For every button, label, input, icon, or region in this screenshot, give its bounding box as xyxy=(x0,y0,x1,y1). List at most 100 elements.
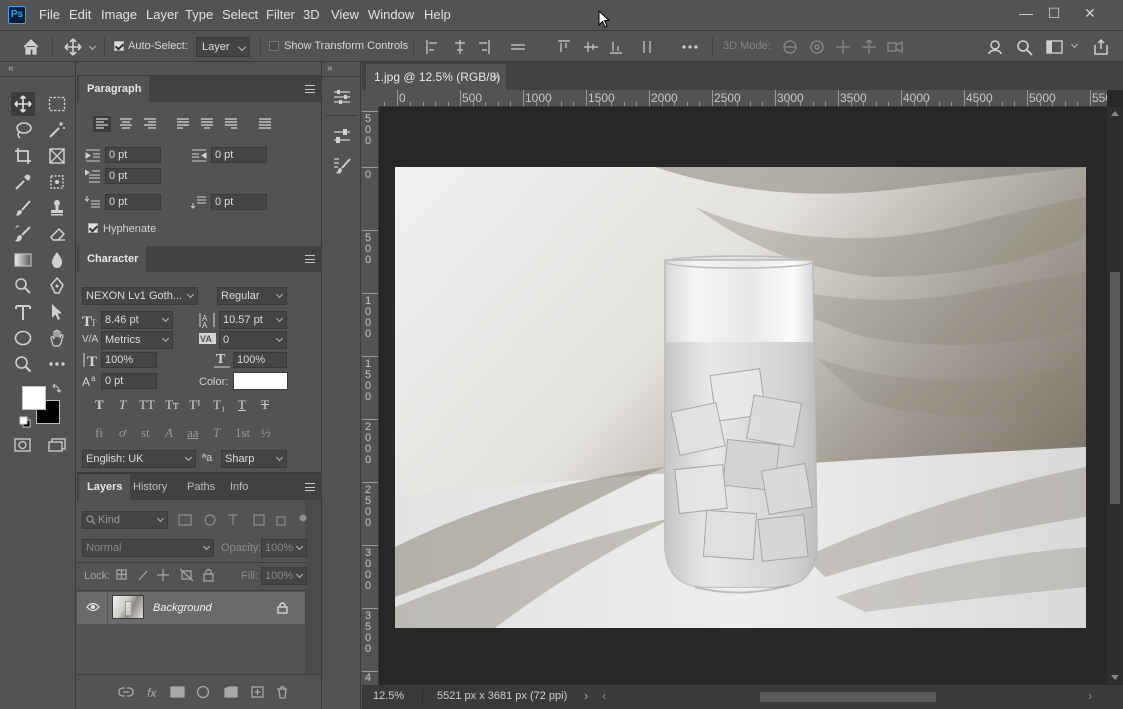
underline-button[interactable]: T xyxy=(238,397,246,413)
magic-wand-tool[interactable] xyxy=(45,118,69,142)
dodge-tool[interactable] xyxy=(11,274,35,298)
font-size-field[interactable]: 8.46 pt xyxy=(101,311,173,329)
menu-image[interactable]: Image xyxy=(101,7,137,22)
horizontal-scale-field[interactable]: 100% xyxy=(233,352,287,368)
history-brush-tool[interactable] xyxy=(11,222,35,246)
baseline-shift-field[interactable]: 0 pt xyxy=(101,373,157,389)
subscript-button[interactable]: T₁ xyxy=(213,397,225,413)
show-transform-checkbox[interactable] xyxy=(269,41,279,54)
screen-mode-icon[interactable] xyxy=(48,438,66,452)
workspace-chevron-icon[interactable] xyxy=(1070,40,1079,49)
menu-3d[interactable]: 3D xyxy=(303,7,320,22)
menu-select[interactable]: Select xyxy=(222,7,258,22)
text-color-swatch[interactable] xyxy=(233,372,288,390)
tab-info[interactable]: Info xyxy=(222,474,256,500)
brush-tool[interactable] xyxy=(11,196,35,220)
collapse-arrows-icon[interactable]: « xyxy=(8,63,14,74)
menu-help[interactable]: Help xyxy=(424,7,451,22)
leading-field[interactable]: 10.57 pt xyxy=(219,311,287,329)
space-before-field[interactable]: 0 pt xyxy=(105,194,161,210)
ellipse-tool[interactable] xyxy=(11,326,35,350)
small-caps-button[interactable]: Tт xyxy=(165,397,179,413)
hyphenate-checkbox[interactable] xyxy=(88,223,98,236)
anti-alias-dropdown[interactable]: Sharp xyxy=(221,450,287,468)
layers-panel-menu-icon[interactable] xyxy=(305,483,315,491)
indent-left-field[interactable]: 0 pt xyxy=(105,147,161,163)
dock-expand-icon[interactable]: » xyxy=(327,63,333,74)
horizontal-scrollbar[interactable]: ‹ › xyxy=(600,688,1100,705)
share-user-icon[interactable] xyxy=(987,38,1005,56)
font-style-dropdown[interactable]: Regular xyxy=(217,287,287,305)
tab-layers[interactable]: Layers xyxy=(79,474,131,500)
tracking-field[interactable]: 0 xyxy=(219,331,287,349)
scroll-left-arrow-icon[interactable]: ‹ xyxy=(602,688,606,703)
vertical-scrollbar[interactable] xyxy=(1107,107,1123,685)
swash-button[interactable]: A xyxy=(165,425,173,441)
type-tool[interactable] xyxy=(11,300,35,324)
zoom-tool[interactable] xyxy=(11,352,35,376)
document-tab[interactable]: 1.jpg @ 12.5% (RGB/8) × xyxy=(366,64,506,90)
maximize-button[interactable]: ☐ xyxy=(1042,4,1066,22)
spot-healing-tool[interactable] xyxy=(45,170,69,194)
eraser-tool[interactable] xyxy=(45,222,69,246)
zoom-level[interactable]: 12.5% xyxy=(373,690,404,702)
swap-colors-icon[interactable] xyxy=(51,383,62,394)
move-tool[interactable] xyxy=(11,92,35,116)
clone-stamp-tool[interactable] xyxy=(45,196,69,220)
3d-mode-icons[interactable] xyxy=(780,38,910,56)
hand-tool[interactable] xyxy=(45,326,69,350)
close-document-icon[interactable]: × xyxy=(492,64,500,90)
vertical-scale-field[interactable]: 100% xyxy=(101,352,157,368)
layer-row-background[interactable]: Background xyxy=(77,592,305,624)
menu-file[interactable]: File xyxy=(39,7,60,22)
horizontal-scroll-thumb[interactable] xyxy=(760,692,936,702)
visibility-eye-icon[interactable] xyxy=(86,602,100,612)
brush-settings-icon[interactable] xyxy=(333,157,351,175)
indent-first-line-field[interactable]: 0 pt xyxy=(105,168,161,184)
all-caps-button[interactable]: TT xyxy=(139,397,155,413)
ligatures-button[interactable]: fi xyxy=(95,425,103,441)
more-tools[interactable] xyxy=(45,352,69,376)
canvas-image[interactable] xyxy=(395,167,1086,628)
strikethrough-button[interactable]: T xyxy=(261,397,269,413)
fill-field[interactable]: 100% xyxy=(261,567,307,585)
indent-right-field[interactable]: 0 pt xyxy=(211,147,267,163)
crop-tool[interactable] xyxy=(11,144,35,168)
menu-window[interactable]: Window xyxy=(368,7,414,22)
vertical-ruler[interactable]: 5 0 0 0 5 0 0 1 0 0 0 1 5 0 0 2 0 0 0 2 … xyxy=(362,107,379,685)
status-menu-arrow-icon[interactable]: › xyxy=(584,688,588,703)
character-panel-menu-icon[interactable] xyxy=(305,255,315,263)
ruler-origin[interactable] xyxy=(362,90,379,107)
minimize-button[interactable]: — xyxy=(1014,4,1038,22)
tab-paths[interactable]: Paths xyxy=(179,474,223,500)
foreground-color-swatch[interactable] xyxy=(22,386,46,410)
tab-history[interactable]: History xyxy=(125,474,175,500)
adjustments-icon[interactable] xyxy=(333,89,351,105)
tool-preset-chevron-icon[interactable] xyxy=(88,42,97,51)
frame-tool[interactable] xyxy=(45,144,69,168)
home-icon[interactable] xyxy=(22,38,40,55)
fractions-button[interactable]: ½ xyxy=(261,425,271,441)
old-style-button[interactable]: ơ xyxy=(119,425,126,441)
blend-mode-dropdown[interactable]: Normal xyxy=(82,539,214,557)
font-family-dropdown[interactable]: NEXON Lv1 Goth... xyxy=(82,287,198,305)
auto-select-target-dropdown[interactable]: Layer xyxy=(196,37,250,57)
faux-italic-button[interactable]: T xyxy=(119,397,126,413)
layers-scrollbar[interactable] xyxy=(305,500,321,674)
lasso-tool[interactable] xyxy=(11,118,35,142)
default-colors-icon[interactable] xyxy=(19,416,31,428)
blur-tool[interactable] xyxy=(45,248,69,272)
tab-paragraph[interactable]: Paragraph xyxy=(79,76,150,102)
gradient-tool[interactable] xyxy=(11,248,35,272)
menu-filter[interactable]: Filter xyxy=(266,7,295,22)
paragraph-alignment-buttons[interactable] xyxy=(93,116,273,132)
titling-alternates-button[interactable]: T xyxy=(213,425,220,441)
menu-layer[interactable]: Layer xyxy=(146,7,179,22)
quick-mask-icon[interactable] xyxy=(14,438,32,452)
opacity-field[interactable]: 100% xyxy=(261,539,307,557)
path-selection-tool[interactable] xyxy=(45,300,69,324)
pen-tool[interactable] xyxy=(45,274,69,298)
move-tool-icon[interactable] xyxy=(64,38,82,56)
close-button[interactable]: ✕ xyxy=(1078,4,1102,22)
share-icon[interactable] xyxy=(1092,38,1110,56)
